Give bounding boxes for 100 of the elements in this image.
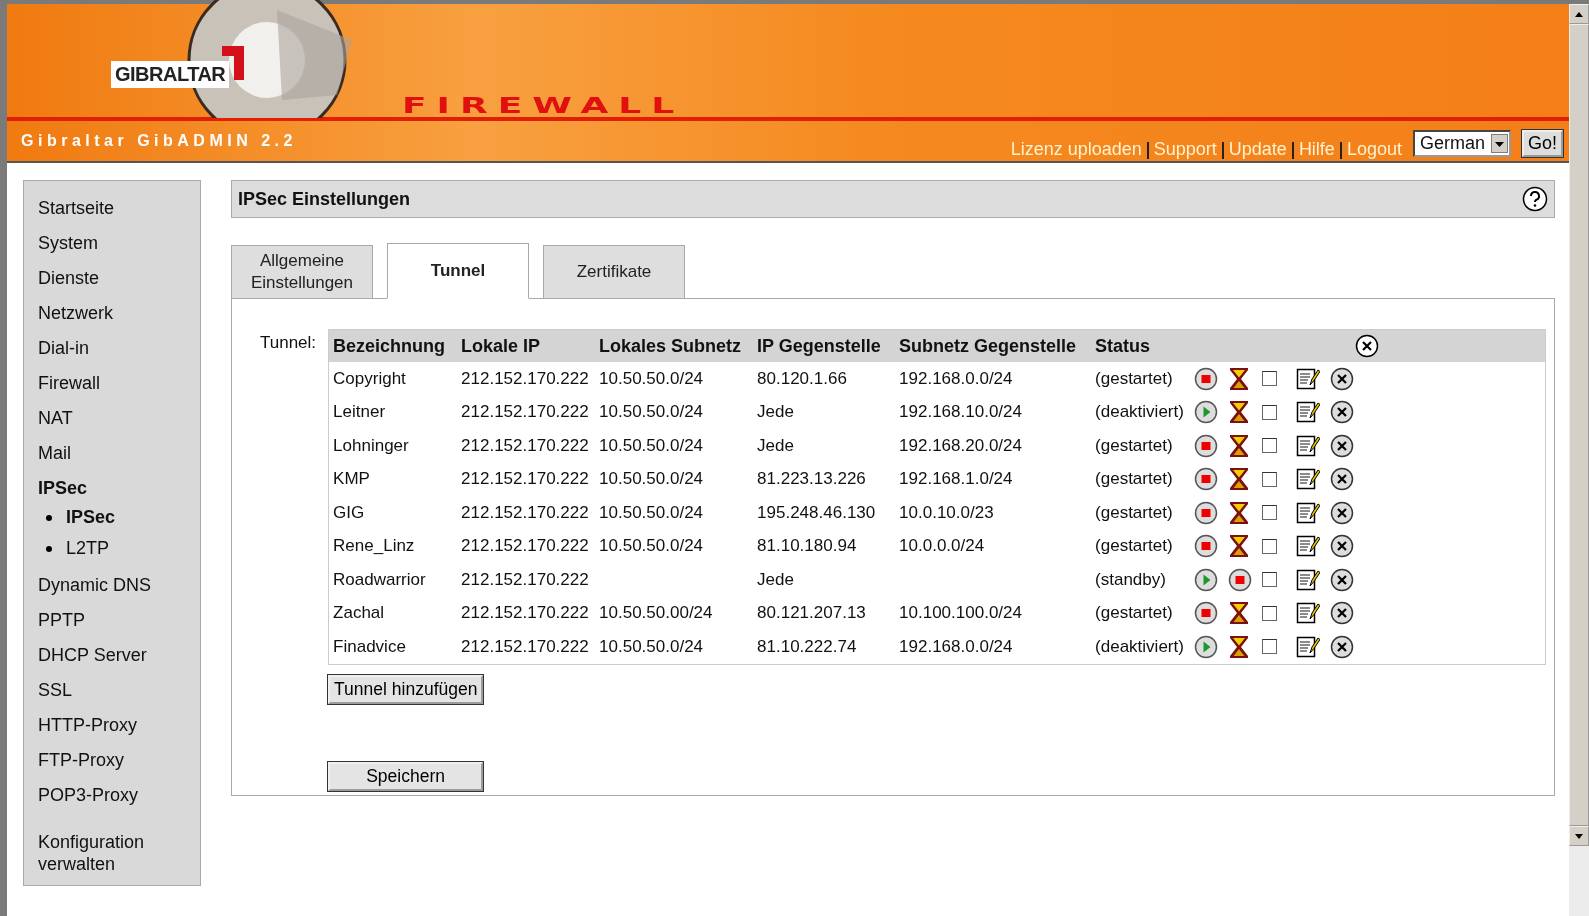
edit-icon[interactable] [1296, 534, 1321, 559]
table-cell: (gestartet) [1095, 435, 1173, 455]
sidebar-item[interactable]: POP3-Proxy [38, 778, 200, 813]
edit-icon[interactable] [1296, 567, 1321, 592]
table-cell: 212.152.170.222 [461, 502, 589, 522]
hourglass-icon[interactable] [1228, 534, 1251, 559]
table-cell: (gestartet) [1095, 502, 1173, 522]
tab[interactable]: Allgemeine Einstellungen [231, 245, 373, 299]
sidebar-item[interactable]: Konfiguration verwalten [38, 831, 158, 875]
row-checkbox[interactable] [1262, 605, 1278, 621]
table-cell: 212.152.170.222 [461, 435, 589, 455]
table-cell: (deaktiviert) [1095, 636, 1184, 656]
table-cell: 10.0.0.0/24 [899, 536, 985, 556]
delete-icon[interactable] [1330, 433, 1355, 458]
table-cell: 212.152.170.222 [461, 469, 589, 489]
table-cell: 81.10.222.74 [757, 636, 857, 656]
bullet-icon [46, 514, 52, 521]
sidebar-item[interactable]: NAT [38, 401, 200, 436]
logo-text: GIBRALTAR [111, 61, 230, 88]
delete-icon[interactable] [1330, 634, 1355, 659]
sidebar-item[interactable]: SSL [38, 673, 200, 708]
table-cell: Leitner [333, 402, 386, 422]
stop-icon[interactable] [1194, 366, 1219, 391]
edit-icon[interactable] [1296, 634, 1321, 659]
edit-icon[interactable] [1296, 400, 1321, 425]
row-checkbox[interactable] [1262, 371, 1278, 387]
column-header: Bezeichnung [328, 329, 458, 362]
language-select[interactable]: German [1412, 129, 1511, 157]
sidebar-item[interactable]: System [38, 226, 200, 261]
row-checkbox[interactable] [1262, 538, 1278, 554]
delete-icon[interactable] [1330, 467, 1355, 492]
sidebar-item[interactable]: Firewall [38, 366, 200, 401]
delete-icon[interactable] [1330, 601, 1355, 626]
table-cell: Zachal [333, 603, 385, 623]
hourglass-icon[interactable] [1228, 366, 1251, 391]
stop-icon[interactable] [1194, 601, 1219, 626]
sidebar-item[interactable]: FTP-Proxy [38, 743, 200, 778]
edit-icon[interactable] [1296, 433, 1321, 458]
delete-icon[interactable] [1330, 366, 1355, 391]
sidebar-item[interactable]: PPTP [38, 603, 200, 638]
hourglass-icon[interactable] [1228, 467, 1251, 492]
sidebar-item[interactable]: Dienste [38, 261, 200, 296]
tab[interactable]: Zertifikate [543, 245, 685, 299]
hourglass-icon[interactable] [1228, 500, 1251, 525]
row-checkbox[interactable] [1262, 639, 1278, 655]
stop-icon[interactable] [1194, 467, 1219, 492]
column-header: Lokale IP [457, 329, 596, 362]
stop-icon[interactable] [1194, 534, 1219, 559]
column-header: Lokales Subnetz [595, 329, 754, 362]
delete-icon[interactable] [1330, 534, 1355, 559]
delete-icon[interactable] [1330, 567, 1355, 592]
app-title: Gibraltar GibADMIN 2.2 [21, 132, 297, 150]
help-icon[interactable] [1522, 186, 1548, 212]
table-cell: (gestartet) [1095, 368, 1173, 388]
row-checkbox[interactable] [1262, 471, 1278, 487]
sidebar-item[interactable]: Netzwerk [38, 296, 200, 331]
sidebar-item[interactable]: Startseite [38, 191, 200, 226]
table-cell: 81.10.180.94 [757, 536, 857, 556]
table-cell: 212.152.170.222 [461, 603, 589, 623]
stop-icon[interactable] [1228, 567, 1253, 592]
scroll-down-icon[interactable] [1575, 833, 1583, 839]
scrollbar[interactable] [1569, 4, 1589, 916]
table-cell: 81.223.13.226 [757, 469, 866, 489]
table-cell: 192.168.0.0/24 [899, 636, 1013, 656]
play-icon[interactable] [1194, 634, 1219, 659]
table-cell: KMP [333, 469, 370, 489]
table-cell: 195.248.46.130 [757, 502, 876, 522]
bullet-icon [46, 545, 52, 552]
sidebar-item[interactable]: Dynamic DNS [38, 568, 200, 603]
row-checkbox[interactable] [1262, 404, 1278, 420]
edit-icon[interactable] [1296, 467, 1321, 492]
hourglass-icon[interactable] [1228, 433, 1251, 458]
row-checkbox[interactable] [1262, 505, 1278, 521]
stop-icon[interactable] [1194, 500, 1219, 525]
sidebar-item[interactable]: Mail [38, 436, 200, 471]
sidebar-item[interactable]: HTTP-Proxy [38, 708, 200, 743]
row-checkbox[interactable] [1262, 572, 1278, 588]
scroll-up-icon[interactable] [1575, 11, 1583, 17]
delete-icon[interactable] [1330, 500, 1355, 525]
row-checkbox[interactable] [1262, 438, 1278, 454]
edit-icon[interactable] [1296, 601, 1321, 626]
tab[interactable]: Tunnel [387, 243, 529, 299]
add-tunnel-button[interactable]: Tunnel hinzufügen [328, 674, 484, 704]
delete-all-icon[interactable] [1355, 334, 1380, 358]
hourglass-icon[interactable] [1228, 400, 1251, 425]
edit-icon[interactable] [1296, 500, 1321, 525]
edit-icon[interactable] [1296, 366, 1321, 391]
save-button[interactable]: Speichern [328, 761, 484, 791]
go-button[interactable]: Go! [1522, 129, 1563, 157]
hourglass-icon[interactable] [1228, 634, 1251, 659]
delete-icon[interactable] [1330, 400, 1355, 425]
table-cell: Jede [757, 435, 794, 455]
table-cell: 192.168.1.0/24 [899, 469, 1013, 489]
sidebar-item[interactable]: DHCP Server [38, 638, 200, 673]
sidebar-item[interactable]: Dial-in [38, 331, 200, 366]
table-cell: Finadvice [333, 636, 406, 656]
hourglass-icon[interactable] [1228, 601, 1251, 626]
play-icon[interactable] [1194, 400, 1219, 425]
stop-icon[interactable] [1194, 433, 1219, 458]
play-icon[interactable] [1194, 567, 1219, 592]
